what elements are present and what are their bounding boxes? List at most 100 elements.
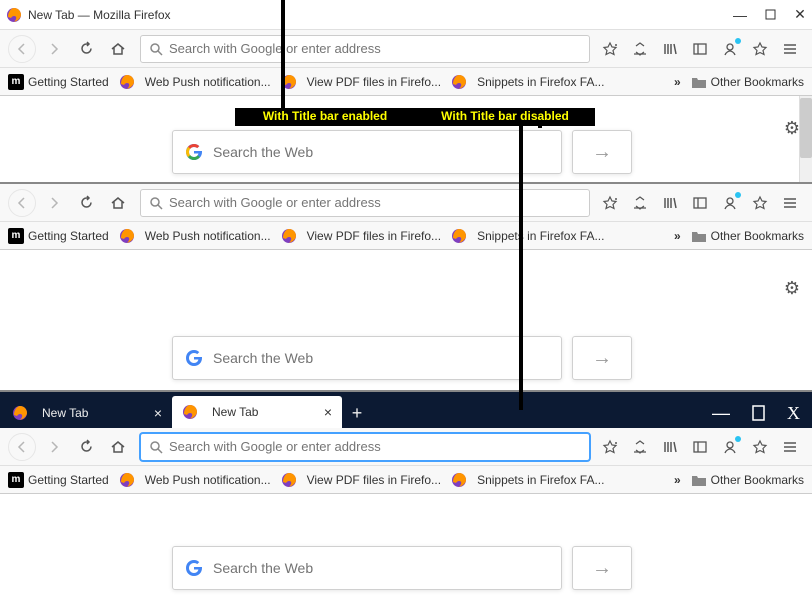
bookmark-label: Getting Started (28, 473, 109, 487)
forward-button[interactable] (40, 189, 68, 217)
sidebar-icon[interactable] (688, 435, 712, 459)
panel-titlebar-disabled: New Tab × New Tab × + — X (0, 392, 812, 612)
url-bar[interactable] (140, 433, 590, 461)
panel-no-titlebar: mGetting Started Web Push notification..… (0, 184, 812, 392)
close-button[interactable]: X (787, 403, 800, 424)
page-actions-icon[interactable] (598, 37, 622, 61)
folder-label: Other Bookmarks (711, 473, 804, 487)
bookmark-item[interactable]: mGetting Started (8, 472, 109, 488)
google-icon (185, 349, 203, 367)
url-bar[interactable] (140, 35, 590, 63)
bookmark-star-icon[interactable] (748, 435, 772, 459)
account-icon[interactable] (718, 435, 742, 459)
bookmark-item[interactable]: View PDF files in Firefo... (281, 472, 441, 488)
downloads-icon[interactable] (628, 37, 652, 61)
bookmark-item[interactable]: View PDF files in Firefo... (281, 74, 441, 90)
bookmarks-overflow-icon[interactable]: » (674, 229, 681, 243)
firefox-icon (451, 74, 467, 90)
back-button[interactable] (8, 433, 36, 461)
account-icon[interactable] (718, 37, 742, 61)
window-title: New Tab — Mozilla Firefox (28, 8, 734, 22)
bookmark-item[interactable]: View PDF files in Firefo... (281, 228, 441, 244)
reload-button[interactable] (72, 433, 100, 461)
library-icon[interactable] (658, 435, 682, 459)
tab-inactive[interactable]: New Tab × (2, 398, 172, 428)
bookmark-item[interactable]: Web Push notification... (119, 74, 271, 90)
back-button[interactable] (8, 35, 36, 63)
search-placeholder: Search the Web (213, 144, 313, 160)
navigation-toolbar (0, 428, 812, 466)
bookmark-item[interactable]: Snippets in Firefox FA... (451, 74, 604, 90)
minimize-button[interactable]: — (734, 9, 746, 21)
firefox-icon (451, 228, 467, 244)
tab-close-button[interactable]: × (324, 404, 332, 420)
reload-button[interactable] (72, 189, 100, 217)
back-button[interactable] (8, 189, 36, 217)
bookmark-star-icon[interactable] (748, 191, 772, 215)
bookmark-item[interactable]: Web Push notification... (119, 472, 271, 488)
downloads-icon[interactable] (628, 191, 652, 215)
home-button[interactable] (104, 189, 132, 217)
toolbar-right-icons (598, 37, 772, 61)
page-actions-icon[interactable] (598, 435, 622, 459)
toolbar-right-icons (598, 435, 772, 459)
other-bookmarks-folder[interactable]: Other Bookmarks (691, 75, 804, 89)
bookmark-item[interactable]: Snippets in Firefox FA... (451, 228, 604, 244)
bookmarks-toolbar: mGetting Started Web Push notification..… (0, 222, 812, 250)
gear-icon[interactable]: ⚙ (784, 118, 800, 139)
tab-active[interactable]: New Tab × (172, 396, 342, 428)
bookmark-item[interactable]: Web Push notification... (119, 228, 271, 244)
tab-close-button[interactable]: × (154, 405, 162, 421)
menu-button[interactable] (776, 35, 804, 63)
sidebar-icon[interactable] (688, 37, 712, 61)
forward-button[interactable] (40, 433, 68, 461)
bookmarks-overflow-icon[interactable]: » (674, 75, 681, 89)
home-button[interactable] (104, 433, 132, 461)
tab-label: New Tab (212, 405, 258, 419)
forward-button[interactable] (40, 35, 68, 63)
downloads-icon[interactable] (628, 435, 652, 459)
bookmark-item[interactable]: mGetting Started (8, 228, 109, 244)
bookmarks-overflow-icon[interactable]: » (674, 473, 681, 487)
account-icon[interactable] (718, 191, 742, 215)
page-actions-icon[interactable] (598, 191, 622, 215)
close-button[interactable]: ✕ (794, 9, 806, 21)
sidebar-icon[interactable] (688, 191, 712, 215)
bookmark-label: Web Push notification... (145, 75, 271, 89)
menu-button[interactable] (776, 433, 804, 461)
maximize-button[interactable] (752, 404, 765, 422)
search-submit-button[interactable]: → (572, 130, 632, 174)
mozilla-icon: m (8, 228, 24, 244)
other-bookmarks-folder[interactable]: Other Bookmarks (691, 473, 804, 487)
web-search-box[interactable]: Search the Web (172, 130, 562, 174)
firefox-icon (182, 404, 198, 420)
label-titlebar-disabled: With Title bar disabled (415, 108, 595, 126)
url-input[interactable] (169, 439, 581, 454)
reload-button[interactable] (72, 35, 100, 63)
gear-icon[interactable]: ⚙ (784, 278, 800, 299)
search-submit-button[interactable]: → (572, 546, 632, 590)
url-input[interactable] (169, 41, 581, 56)
bookmark-item[interactable]: mGetting Started (8, 74, 109, 90)
web-search-box[interactable]: Search the Web (172, 336, 562, 380)
navigation-toolbar (0, 184, 812, 222)
search-submit-button[interactable]: → (572, 336, 632, 380)
web-search-box[interactable]: Search the Web (172, 546, 562, 590)
library-icon[interactable] (658, 191, 682, 215)
scroll-thumb[interactable] (800, 98, 812, 158)
firefox-icon (281, 228, 297, 244)
bookmark-item[interactable]: Snippets in Firefox FA... (451, 472, 604, 488)
menu-button[interactable] (776, 189, 804, 217)
minimize-button[interactable]: — (712, 403, 730, 424)
new-tab-button[interactable]: + (342, 398, 372, 428)
search-placeholder: Search the Web (213, 560, 313, 576)
maximize-button[interactable] (764, 9, 776, 21)
library-icon[interactable] (658, 37, 682, 61)
bookmarks-toolbar: mGetting Started Web Push notification..… (0, 68, 812, 96)
firefox-icon (6, 7, 22, 23)
bookmark-star-icon[interactable] (748, 37, 772, 61)
home-button[interactable] (104, 35, 132, 63)
scrollbar[interactable] (799, 96, 812, 182)
other-bookmarks-folder[interactable]: Other Bookmarks (691, 229, 804, 243)
tab-label: New Tab (42, 406, 88, 420)
